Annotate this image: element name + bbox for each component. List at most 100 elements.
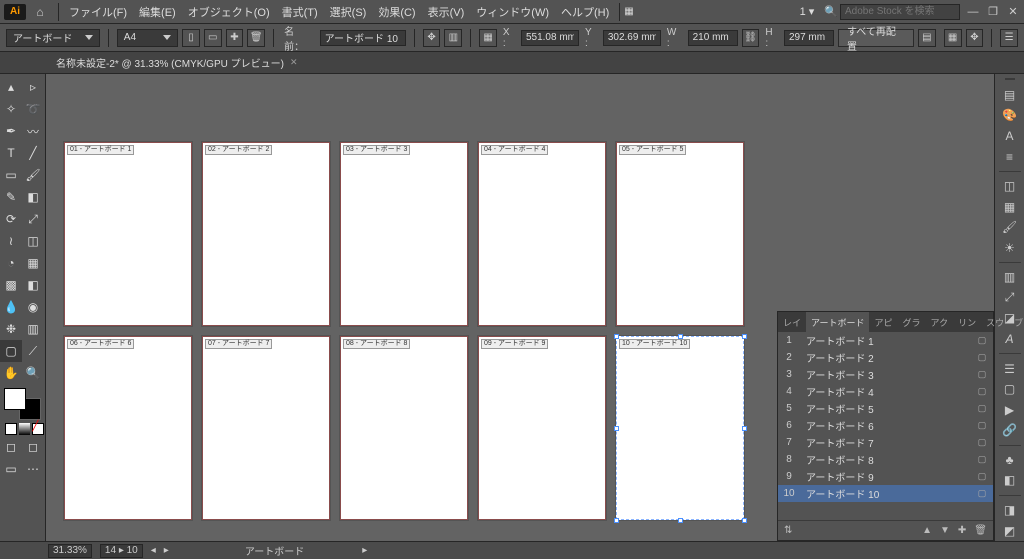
reference-point-icon[interactable]: ▦ [479, 29, 497, 47]
type-tool-icon[interactable]: T [0, 142, 22, 164]
artboard-list-item[interactable]: 3アートボード 3▢ [778, 366, 993, 383]
artboard[interactable]: 08 - アートボード 8 [340, 336, 468, 520]
arrange-docs-icon[interactable]: ▦ [624, 6, 633, 17]
status-play-icon[interactable]: ▸ [362, 545, 367, 556]
artboard-name-field[interactable] [320, 30, 406, 46]
artboard-list-item[interactable]: 6アートボード 6▢ [778, 417, 993, 434]
transform-panel-icon2[interactable]: ⤢ [999, 290, 1021, 307]
zoom-tool-icon[interactable]: 🔍 [22, 362, 44, 384]
align-panel-icon2[interactable]: ▥ [999, 269, 1021, 286]
rotate-tool-icon[interactable]: ⟳ [0, 208, 22, 230]
w-field[interactable] [688, 30, 738, 46]
direct-selection-tool-icon[interactable]: ▹ [22, 76, 44, 98]
properties-panel-icon[interactable]: ▤ [999, 86, 1021, 103]
artboard-list-item[interactable]: 8アートボード 8▢ [778, 451, 993, 468]
menu-type[interactable]: 書式(T) [276, 4, 324, 20]
panel-new-icon[interactable]: ✚ [958, 525, 966, 536]
column-graph-tool-icon[interactable]: ▥ [22, 318, 44, 340]
selection-handle[interactable] [678, 518, 683, 523]
gradient-mode-icon[interactable] [19, 423, 31, 435]
free-transform-tool-icon[interactable]: ◫ [22, 230, 44, 252]
lasso-tool-icon[interactable]: ➰ [22, 98, 44, 120]
x-field[interactable] [521, 30, 579, 46]
stroke-panel-icon[interactable]: ≡ [999, 148, 1021, 165]
menu-help[interactable]: ヘルプ(H) [555, 4, 615, 20]
panel-menu-icon[interactable]: ☰ [1000, 29, 1018, 47]
screen-mode-icon[interactable]: ▭ [0, 458, 22, 480]
appearance-panel-icon2[interactable]: A [999, 331, 1021, 348]
curvature-tool-icon[interactable]: 〰 [22, 120, 44, 142]
scale-tool-icon[interactable]: ⤢ [22, 208, 44, 230]
menu-file[interactable]: ファイル(F) [63, 4, 133, 20]
menu-view[interactable]: 表示(V) [422, 4, 471, 20]
layers-panel-icon[interactable]: ☰ [999, 360, 1021, 377]
window-minimize-icon[interactable]: ― [966, 6, 980, 18]
panel-tab-links[interactable]: リン [953, 312, 981, 332]
close-tab-icon[interactable]: ✕ [290, 57, 298, 68]
panel-delete-icon[interactable]: 🗑 [974, 525, 987, 536]
draw-normal-icon[interactable]: ◻ [0, 436, 22, 458]
home-icon[interactable]: ⌂ [32, 5, 48, 19]
panel-tab-actions[interactable]: アク [926, 312, 954, 332]
artboard-options-icon[interactable]: ▢ [975, 386, 989, 397]
eraser-tool-icon[interactable]: ◧ [22, 186, 44, 208]
artboard[interactable]: 06 - アートボード 6 [64, 336, 192, 520]
artboard-list-item[interactable]: 1アートボード 1▢ [778, 332, 993, 349]
asset-export-panel-icon[interactable]: ♣ [999, 452, 1021, 469]
orientation-portrait-icon[interactable]: ▯ [182, 29, 200, 47]
actions-panel-icon[interactable]: ▶ [999, 401, 1021, 418]
symbols-panel-icon[interactable]: ☀ [999, 240, 1021, 257]
artboard-options-icon[interactable]: ▢ [975, 420, 989, 431]
color-mode-icon[interactable] [5, 423, 17, 435]
color-guide-panel-icon[interactable]: ◩ [999, 522, 1021, 539]
artboard-list-item[interactable]: 5アートボード 5▢ [778, 400, 993, 417]
mesh-tool-icon[interactable]: ▩ [0, 274, 22, 296]
panel-tab-artboards[interactable]: アートボード [806, 312, 869, 332]
share-menu[interactable]: 1 ▾ [790, 5, 825, 18]
artboard-options-icon[interactable]: ▢ [975, 335, 989, 346]
panel-move-down-icon[interactable]: ▼ [940, 525, 950, 536]
panel-reorder-icon[interactable]: ⇅ [784, 525, 792, 536]
artboard[interactable]: 09 - アートボード 9 [478, 336, 606, 520]
artboard[interactable]: 04 - アートボード 4 [478, 142, 606, 326]
fill-stroke-swatch[interactable] [4, 388, 41, 420]
panel-tab-layers[interactable]: レイ [778, 312, 806, 332]
h-field[interactable] [784, 30, 834, 46]
selection-tool-icon[interactable]: ▴ [0, 76, 22, 98]
artboard[interactable]: 02 - アートボード 2 [202, 142, 330, 326]
artboard-list-item[interactable]: 7アートボード 7▢ [778, 434, 993, 451]
status-prev-icon[interactable]: ◂ [151, 545, 156, 556]
move-art-with-artboard-icon[interactable]: ✥ [423, 29, 441, 47]
color-panel-icon[interactable]: 🎨 [999, 107, 1021, 124]
delete-artboard-icon[interactable]: 🗑 [247, 29, 265, 47]
panel-tab-brushes[interactable]: ブラ [1009, 312, 1024, 332]
y-field[interactable] [603, 30, 661, 46]
rectangle-tool-icon[interactable]: ▭ [0, 164, 22, 186]
perspective-tool-icon[interactable]: ▦ [22, 252, 44, 274]
panel-move-up-icon[interactable]: ▲ [922, 525, 932, 536]
paintbrush-tool-icon[interactable]: 🖌 [22, 164, 44, 186]
menu-select[interactable]: 選択(S) [324, 4, 373, 20]
artboard-list-item[interactable]: 4アートボード 4▢ [778, 383, 993, 400]
selection-handle[interactable] [614, 334, 619, 339]
menu-effect[interactable]: 効果(C) [372, 4, 421, 20]
artboard-list-item[interactable]: 9アートボード 9▢ [778, 468, 993, 485]
artboard-options-icon[interactable]: ▥ [444, 29, 462, 47]
pen-tool-icon[interactable]: ✒ [0, 120, 22, 142]
selection-handle[interactable] [742, 518, 747, 523]
link-wh-icon[interactable]: ⛓ [742, 29, 760, 47]
slice-tool-icon[interactable]: ⟋ [22, 340, 44, 362]
artboard[interactable]: 01 - アートボード 1 [64, 142, 192, 326]
type-panel-icon[interactable]: A [999, 128, 1021, 145]
swatches-panel-icon[interactable]: ▦ [999, 198, 1021, 215]
artboard-nav[interactable]: 14 ▸ 10 [100, 544, 143, 558]
magic-wand-tool-icon[interactable]: ✧ [0, 98, 22, 120]
panel-tab-appearance[interactable]: アピ [869, 312, 897, 332]
libraries-panel-icon[interactable]: ◫ [999, 178, 1021, 195]
menu-edit[interactable]: 編集(E) [133, 4, 182, 20]
rearrange-options-icon[interactable]: ▤ [918, 29, 936, 47]
panel-tab-swatches[interactable]: スウ [981, 312, 1009, 332]
artboard-list-item[interactable]: 10アートボード 10▢ [778, 485, 993, 502]
symbol-sprayer-tool-icon[interactable]: ❉ [0, 318, 22, 340]
hand-tool-icon[interactable]: ✋ [0, 362, 22, 384]
